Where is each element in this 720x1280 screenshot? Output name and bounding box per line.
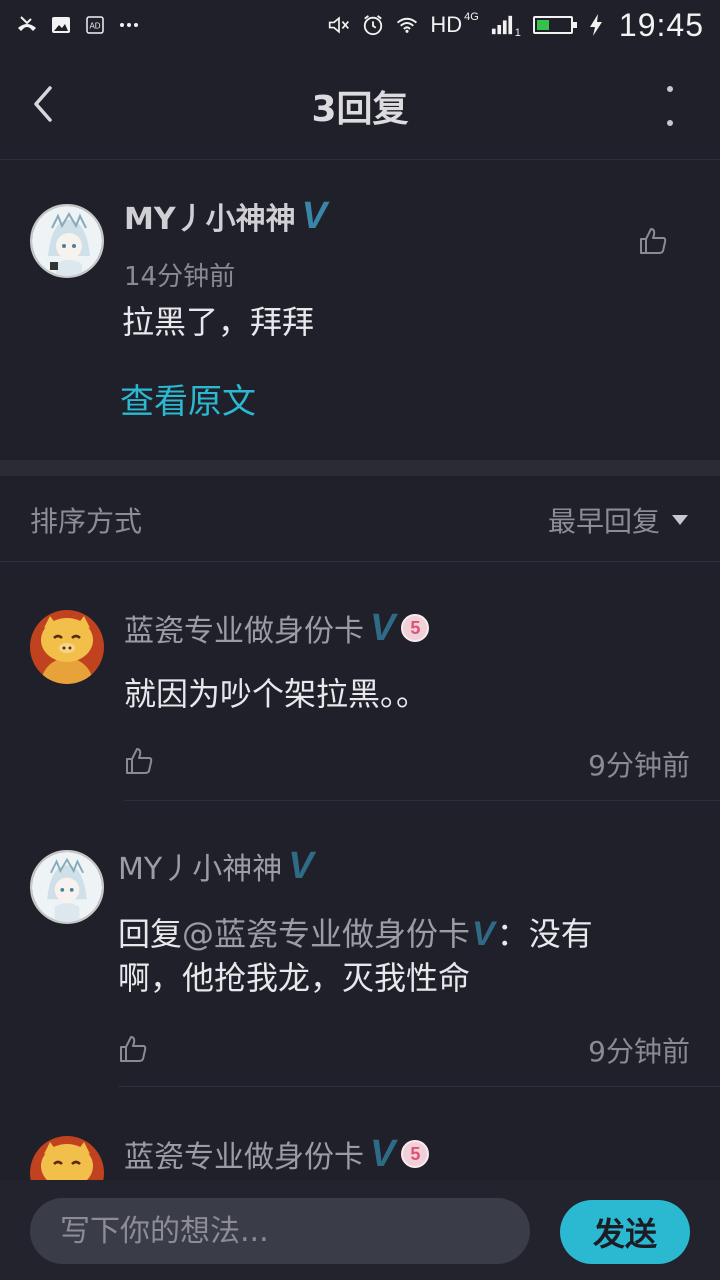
thumbs-up-icon bbox=[126, 748, 153, 774]
thumbs-up-icon bbox=[640, 228, 667, 254]
reply-content: 就因为吵个架拉黑。。 bbox=[124, 675, 429, 713]
level-badge: 5 bbox=[401, 614, 430, 642]
avatar-anime-girl-icon bbox=[32, 852, 102, 922]
reply-time: 9分钟前 bbox=[588, 1035, 690, 1068]
verified-v-icon: V bbox=[370, 607, 396, 649]
signal-sub: 1 bbox=[514, 27, 521, 39]
status-left-icons: AD bbox=[16, 14, 140, 36]
reply-divider bbox=[118, 1086, 720, 1087]
status-bar: AD HD 4G 1 19:45 bbox=[0, 0, 720, 50]
sort-label: 排序方式 bbox=[30, 505, 143, 538]
reply-content: 回复 @蓝瓷专业做身份卡 V ：没有 啊，他抢我龙，灭我性命 bbox=[118, 912, 678, 1000]
username[interactable]: MY丿小神神 bbox=[124, 194, 296, 238]
page-title: 3回复 bbox=[311, 89, 409, 130]
avatar[interactable] bbox=[30, 850, 104, 924]
wifi-icon bbox=[396, 14, 418, 36]
like-button[interactable] bbox=[118, 1034, 148, 1064]
like-button[interactable] bbox=[638, 226, 668, 256]
comment-input[interactable] bbox=[30, 1198, 530, 1264]
thumbs-up-icon bbox=[120, 1036, 147, 1062]
post-content: 拉黑了，拜拜 bbox=[122, 303, 315, 341]
reply-prefix: 回复 bbox=[118, 915, 183, 953]
section-divider bbox=[0, 460, 720, 476]
battery-icon bbox=[532, 16, 577, 34]
more-dot-icon bbox=[667, 120, 673, 126]
avatar-pig-cartoon-icon bbox=[30, 1136, 104, 1180]
reply-content-line1: ：没有 bbox=[496, 915, 593, 953]
status-right-icons: HD 4G 1 19:45 bbox=[328, 7, 704, 44]
reply-item: 蓝瓷专业做身份卡 V 5 bbox=[0, 1088, 720, 1180]
signal-icon bbox=[491, 14, 513, 36]
network-type: 4G bbox=[464, 11, 479, 23]
reply-name-row: MY丿小神神 V bbox=[118, 844, 314, 888]
more-dot-icon bbox=[667, 86, 673, 92]
avatar-pig-cartoon-icon bbox=[30, 610, 104, 684]
composer-bar: 发送 bbox=[0, 1180, 720, 1280]
avatar-anime-girl-icon bbox=[32, 206, 102, 276]
username[interactable]: 蓝瓷专业做身份卡 bbox=[124, 606, 364, 650]
sort-bar: 排序方式 最早回复 bbox=[0, 476, 720, 562]
reply-name-row: 蓝瓷专业做身份卡 V 5 bbox=[124, 606, 430, 650]
sort-selected: 最早回复 bbox=[547, 505, 660, 538]
username[interactable]: MY丿小神神 bbox=[118, 844, 282, 888]
level-badge: 5 bbox=[401, 1140, 430, 1168]
more-options-button[interactable] bbox=[660, 86, 680, 126]
main-post-name-row: MY丿小神神 V bbox=[124, 194, 327, 238]
avatar[interactable] bbox=[30, 1136, 104, 1180]
network-label: HD bbox=[430, 12, 463, 37]
svg-text:AD: AD bbox=[89, 22, 100, 31]
charging-icon bbox=[585, 14, 607, 36]
mention-link[interactable]: @蓝瓷专业做身份卡 bbox=[182, 912, 470, 956]
top-bar: 3回复 bbox=[0, 50, 720, 160]
like-button[interactable] bbox=[124, 746, 154, 776]
gallery-icon bbox=[50, 14, 72, 36]
view-original-link[interactable]: 查看原文 bbox=[120, 374, 256, 423]
avatar[interactable] bbox=[30, 610, 104, 684]
ad-icon: AD bbox=[84, 14, 106, 36]
clock: 19:45 bbox=[618, 6, 704, 43]
caret-down-icon bbox=[672, 515, 688, 525]
verified-v-icon: V bbox=[370, 1133, 396, 1175]
post-time: 14分钟前 bbox=[124, 262, 236, 292]
verified-v-icon: V bbox=[301, 195, 327, 237]
reply-time: 9分钟前 bbox=[588, 749, 690, 782]
more-notifications-icon bbox=[118, 14, 140, 36]
alarm-icon bbox=[362, 14, 384, 36]
main-post: MY丿小神神 V 14分钟前 拉黑了，拜拜 查看原文 bbox=[0, 160, 720, 460]
avatar[interactable] bbox=[30, 204, 104, 278]
reply-divider bbox=[124, 800, 720, 801]
reply-item: 蓝瓷专业做身份卡 V 5 就因为吵个架拉黑。。 9分钟前 bbox=[0, 562, 720, 802]
verified-v-icon: V bbox=[472, 915, 495, 953]
username[interactable]: 蓝瓷专业做身份卡 bbox=[124, 1132, 364, 1176]
send-button[interactable]: 发送 bbox=[560, 1200, 690, 1264]
sort-dropdown[interactable]: 最早回复 bbox=[548, 500, 688, 540]
battery-level bbox=[536, 20, 550, 30]
verified-v-icon: V bbox=[288, 845, 314, 887]
reply-item: MY丿小神神 V 回复 @蓝瓷专业做身份卡 V ：没有 啊，他抢我龙，灭我性命 9分钟… bbox=[0, 802, 720, 1088]
missed-call-icon bbox=[16, 14, 38, 36]
mute-icon bbox=[328, 14, 350, 36]
reply-content-line2: 啊，他抢我龙，灭我性命 bbox=[118, 959, 471, 997]
reply-name-row: 蓝瓷专业做身份卡 V 5 bbox=[124, 1132, 430, 1176]
